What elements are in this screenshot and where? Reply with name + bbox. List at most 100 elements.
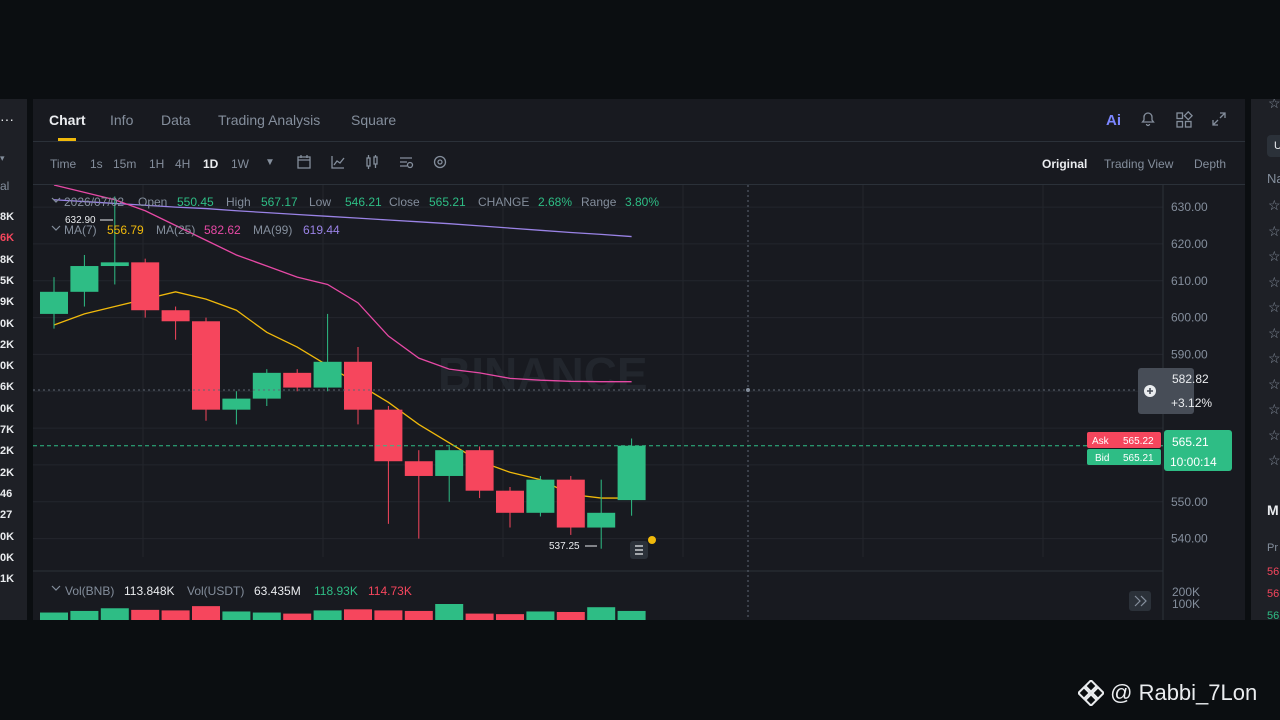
price-axis-label: 600.00 <box>1171 311 1208 325</box>
favorite-star-icon[interactable]: ☆ <box>1268 427 1280 444</box>
left-list-value: 7K <box>0 424 15 436</box>
favorite-star-icon[interactable]: ☆ <box>1268 350 1280 367</box>
active-tab-indicator <box>58 138 76 141</box>
volume-bar <box>70 610 99 620</box>
ask-label: Ask <box>1092 436 1110 447</box>
left-list-value: 27 <box>0 509 13 522</box>
timeframe-dropdown-icon[interactable]: ▼ <box>265 157 275 168</box>
price-axis-label: 610.00 <box>1171 274 1208 288</box>
star-icon[interactable]: ☆ <box>1268 99 1280 112</box>
candle-body <box>222 398 251 410</box>
candle-body <box>100 262 129 267</box>
volume-bar <box>192 606 220 620</box>
favorite-star-icon[interactable]: ☆ <box>1268 274 1280 291</box>
left-list-value: 46 <box>0 487 13 500</box>
bid-label: Bid <box>1095 453 1109 464</box>
countdown-timer: 10:00:14 <box>1170 455 1217 469</box>
view-trading-view[interactable]: Trading View <box>1104 157 1173 171</box>
crosshair-dot <box>746 388 750 392</box>
bell-icon[interactable] <box>1140 111 1156 131</box>
ohlc-legend-item: CHANGE <box>478 195 529 209</box>
gear-icon[interactable] <box>432 154 448 173</box>
volume-legend-item: 114.73K <box>368 584 412 598</box>
favorite-star-icon[interactable]: ☆ <box>1268 197 1280 214</box>
favorite-star-icon[interactable]: ☆ <box>1268 376 1280 393</box>
view-depth[interactable]: Depth <box>1194 157 1226 171</box>
timeframe-4h[interactable]: 4H <box>175 157 190 171</box>
volume-axis-label: 100K <box>1172 597 1200 611</box>
timeframe-time[interactable]: Time <box>50 157 76 171</box>
candle-body <box>465 450 494 491</box>
ma-legend-item: MA(25) <box>156 223 195 237</box>
volume-bar <box>40 612 68 620</box>
binance-watermark: BINANCE <box>438 348 648 400</box>
left-list-value: 0K <box>0 530 15 543</box>
left-list-value: 2K <box>0 338 15 351</box>
favorite-star-icon[interactable]: ☆ <box>1268 248 1280 265</box>
filter-chip[interactable]: U <box>1267 135 1280 157</box>
favorite-star-icon[interactable]: ☆ <box>1268 223 1280 240</box>
candle-body <box>435 450 464 476</box>
trade-price-fragment: 56 <box>1267 588 1280 600</box>
chart-panel: Chart Info Data Trading Analysis Square … <box>33 99 1245 620</box>
timeframe-15m[interactable]: 15m <box>113 157 136 171</box>
tab-chart[interactable]: Chart <box>49 112 86 128</box>
ma-legend-item: 556.79 <box>107 223 144 237</box>
settings-layout-icon[interactable] <box>398 154 414 173</box>
collapse-chevron-icon <box>51 225 61 231</box>
candle-body <box>252 372 281 399</box>
indicator-icon[interactable] <box>330 154 346 173</box>
expand-icon[interactable] <box>1211 111 1227 131</box>
ohlc-legend-item: Open <box>138 195 167 209</box>
timeframe-1d[interactable]: 1D <box>203 157 218 171</box>
ohlc-legend-item: 546.21 <box>345 195 382 209</box>
tab-data[interactable]: Data <box>161 112 191 128</box>
ohlc-legend-item: 567.17 <box>261 195 298 209</box>
left-list-value: 9K <box>0 296 15 309</box>
chart-tab-bar: Chart Info Data Trading Analysis Square … <box>33 99 1245 142</box>
candle-body <box>283 372 312 388</box>
ohlc-legend-item: Low <box>309 195 331 209</box>
bid-value: 565.21 <box>1123 453 1154 464</box>
left-list-value: 1K <box>0 573 15 586</box>
candle-body <box>496 490 524 513</box>
ohlc-legend-item: Range <box>581 195 617 209</box>
event-marker-dot <box>648 536 656 544</box>
volume-bar <box>313 610 342 620</box>
tab-trading-analysis[interactable]: Trading Analysis <box>218 112 320 128</box>
trade-price-fragment: 56 <box>1267 566 1280 578</box>
timeframe-1h[interactable]: 1H <box>149 157 164 171</box>
candle-type-icon[interactable] <box>364 154 380 173</box>
ai-icon[interactable]: Ai <box>1106 112 1121 129</box>
grid-icon[interactable] <box>1175 110 1194 133</box>
volume-bar <box>344 609 372 620</box>
candle-body <box>70 266 99 292</box>
candle-body <box>131 262 160 311</box>
price-chart[interactable]: 630.00 620.00 610.00 600.00 590.00 550.00 540.… <box>33 185 1245 620</box>
candle-body <box>526 479 555 513</box>
tab-square[interactable]: Square <box>351 112 396 128</box>
ohlc-legend-item: Close <box>389 195 420 209</box>
price-column-header: Pr <box>1267 542 1278 554</box>
left-list-value: 8K <box>0 253 15 266</box>
view-original[interactable]: Original <box>1042 157 1087 171</box>
volume-bar <box>526 611 555 620</box>
favorite-star-icon[interactable]: ☆ <box>1268 325 1280 342</box>
candle-body <box>556 479 585 528</box>
volume-legend-item: 63.435M <box>254 584 301 598</box>
candle-body <box>617 445 646 501</box>
tab-info[interactable]: Info <box>110 112 133 128</box>
more-menu-icon[interactable]: ··· <box>0 111 14 127</box>
timeframe-1w[interactable]: 1W <box>231 157 249 171</box>
favorite-star-icon[interactable]: ☆ <box>1268 299 1280 316</box>
dropdown-icon[interactable]: ▾ <box>0 153 5 164</box>
candle-body <box>192 321 220 410</box>
panel-title-fragment: M <box>1267 502 1279 518</box>
candle-body <box>587 512 616 528</box>
timeframe-1s[interactable]: 1s <box>90 157 103 171</box>
left-list-value: 5K <box>0 274 15 287</box>
market-trades-panel: M Pr 56 56 56 <box>1251 486 1280 622</box>
calendar-icon[interactable] <box>296 154 312 173</box>
favorite-star-icon[interactable]: ☆ <box>1268 452 1280 469</box>
favorite-star-icon[interactable]: ☆ <box>1268 401 1280 418</box>
